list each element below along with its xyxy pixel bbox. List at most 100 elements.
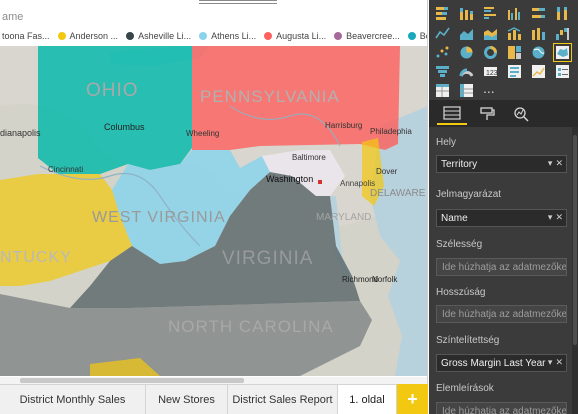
- pie-chart-icon[interactable]: [459, 45, 474, 60]
- map-label-ohio: OHIO: [86, 80, 139, 101]
- legend-item-label: Beckle: [419, 31, 427, 41]
- map-city-wheeling: Wheeling: [186, 129, 219, 138]
- legend-item-label: toona Fas...: [2, 31, 50, 41]
- capital-marker-icon: [318, 180, 322, 184]
- close-icon[interactable]: ✕: [555, 357, 563, 368]
- well-field-legend[interactable]: Name ▾ ✕: [436, 209, 567, 227]
- map-label-west-virginia: WEST VIRGINIA: [92, 209, 226, 226]
- table-icon[interactable]: [435, 83, 450, 98]
- map-legend: toona Fas... Anderson ... Asheville Li..…: [0, 29, 427, 43]
- line-and-column-chart-icon[interactable]: [507, 26, 522, 41]
- chevron-down-icon[interactable]: ▾: [548, 357, 553, 368]
- tab-district-sales-report[interactable]: District Sales Report: [228, 385, 338, 414]
- chevron-down-icon[interactable]: ▾: [548, 158, 553, 169]
- area-chart-icon[interactable]: [459, 26, 474, 41]
- well-drop-tooltips[interactable]: Ide húzhatja az adatmezőket: [436, 402, 567, 414]
- legend-item[interactable]: Anderson ...: [57, 31, 119, 41]
- map-city-philadelphia: Philade­phia: [370, 127, 412, 136]
- tab-format[interactable]: [472, 103, 502, 125]
- pane-vertical-scrollbar-thumb[interactable]: [573, 135, 577, 345]
- region-ohio[interactable]: [38, 46, 192, 174]
- map-label-virginia: VIRGINIA: [222, 248, 313, 269]
- legend-item[interactable]: Beckle: [407, 31, 427, 41]
- ribbon-chart-icon[interactable]: [531, 26, 546, 41]
- report-canvas[interactable]: ame toona Fas... Anderson ... Asheville …: [0, 0, 428, 384]
- map-label-maryland: MARYLAND: [316, 212, 371, 223]
- well-field-location[interactable]: Territory ▾ ✕: [436, 155, 567, 173]
- donut-chart-icon[interactable]: [483, 45, 498, 60]
- scatter-chart-icon[interactable]: [435, 45, 450, 60]
- tab-label: District Sales Report: [232, 393, 333, 406]
- legend-title: ame: [2, 11, 24, 23]
- tab-analytics[interactable]: [506, 103, 536, 125]
- legend-dot-icon: [407, 32, 416, 40]
- well-label-location: Hely: [436, 137, 457, 148]
- more-visuals-icon[interactable]: ...: [483, 81, 498, 96]
- map-city-dover: Dover: [376, 167, 398, 176]
- multi-row-card-icon[interactable]: [507, 64, 522, 79]
- 100-percent-column-chart-icon[interactable]: [555, 6, 570, 21]
- legend-item[interactable]: Beavercree...: [334, 31, 400, 41]
- plus-icon: +: [407, 388, 418, 409]
- stacked-column-chart-icon[interactable]: [459, 6, 474, 21]
- matrix-icon[interactable]: [459, 83, 474, 98]
- drag-handle[interactable]: [199, 0, 277, 4]
- page-tab-bar: District Monthly Sales New Stores Distri…: [0, 384, 428, 414]
- treemap-icon[interactable]: [507, 45, 522, 60]
- close-icon[interactable]: ✕: [555, 158, 563, 169]
- card-icon[interactable]: 123: [483, 64, 498, 79]
- well-field-color-saturation[interactable]: Gross Margin Last Year % ▾ ✕: [436, 354, 567, 372]
- tab-label: New Stores: [158, 393, 215, 406]
- slicer-icon[interactable]: [555, 64, 570, 79]
- filled-map[interactable]: OHIO PENNSYLVANIA WEST VIRGINIA VIRGINIA…: [0, 46, 428, 376]
- funnel-chart-icon[interactable]: [435, 64, 450, 79]
- gauge-icon[interactable]: [459, 64, 474, 79]
- paint-roller-icon: [480, 107, 495, 120]
- well-label-color-saturation: Színtelítettség: [436, 335, 500, 346]
- map-label-kentucky: NTUCKY: [0, 249, 72, 266]
- line-chart-icon[interactable]: [435, 26, 450, 41]
- close-icon[interactable]: ✕: [555, 212, 563, 223]
- horizontal-scrollbar-thumb[interactable]: [20, 378, 244, 383]
- visualizations-pane: 123 ... Hely Territory ▾ ✕ Jelmagyarázat…: [429, 0, 578, 414]
- legend-item-label: Augusta Li...: [276, 31, 327, 41]
- waterfall-chart-icon[interactable]: [555, 26, 570, 41]
- svg-text:123: 123: [486, 70, 498, 77]
- map-city-cincinnati: Cincinnati: [48, 165, 83, 174]
- tab-fields[interactable]: [437, 103, 467, 125]
- field-value: Name: [441, 212, 468, 224]
- legend-item-label: Athens Li...: [211, 31, 257, 41]
- legend-item-label: Asheville Li...: [138, 31, 192, 41]
- 100-percent-bar-chart-icon[interactable]: [531, 6, 546, 21]
- tab-1-oldal[interactable]: 1. oldal: [338, 385, 397, 414]
- stacked-bar-chart-icon[interactable]: [435, 6, 450, 21]
- map-city-annapolis: Annapolis: [340, 179, 375, 188]
- map-city-washington: Washington: [266, 174, 313, 184]
- clustered-bar-chart-icon[interactable]: [483, 6, 498, 21]
- well-drop-latitude[interactable]: Ide húzhatja az adatmezőket: [436, 258, 567, 276]
- map-city-indianapolis: dianapolis: [0, 128, 41, 138]
- legend-item[interactable]: Asheville Li...: [126, 31, 191, 41]
- map-label-pennsylvania: PENNSYLVANIA: [200, 87, 340, 106]
- clustered-column-chart-icon[interactable]: [507, 6, 522, 21]
- map-icon[interactable]: [531, 45, 546, 60]
- map-label-delaware: DELAWARE: [370, 188, 426, 199]
- stacked-area-chart-icon[interactable]: [483, 26, 498, 41]
- add-page-button[interactable]: +: [397, 384, 428, 414]
- tab-district-monthly-sales[interactable]: District Monthly Sales: [0, 385, 146, 414]
- legend-item[interactable]: Augusta Li...: [264, 31, 326, 41]
- legend-item[interactable]: toona Fas...: [2, 31, 50, 41]
- filled-map-icon[interactable]: [553, 43, 572, 62]
- kpi-icon[interactable]: [531, 64, 546, 79]
- well-label-latitude: Szélesség: [436, 239, 483, 250]
- legend-item[interactable]: Athens Li...: [199, 31, 256, 41]
- fields-icon: [443, 106, 461, 120]
- well-drop-longitude[interactable]: Ide húzhatja az adatmezőket: [436, 305, 567, 323]
- legend-item-label: Anderson ...: [69, 31, 119, 41]
- tab-new-stores[interactable]: New Stores: [146, 385, 228, 414]
- field-wells: Hely Territory ▾ ✕ Jelmagyarázat Name ▾ ✕ …: [429, 127, 578, 414]
- legend-dot-icon: [57, 32, 66, 40]
- legend-dot-icon: [199, 32, 208, 40]
- well-label-longitude: Hosszúság: [436, 287, 486, 298]
- chevron-down-icon[interactable]: ▾: [548, 212, 553, 223]
